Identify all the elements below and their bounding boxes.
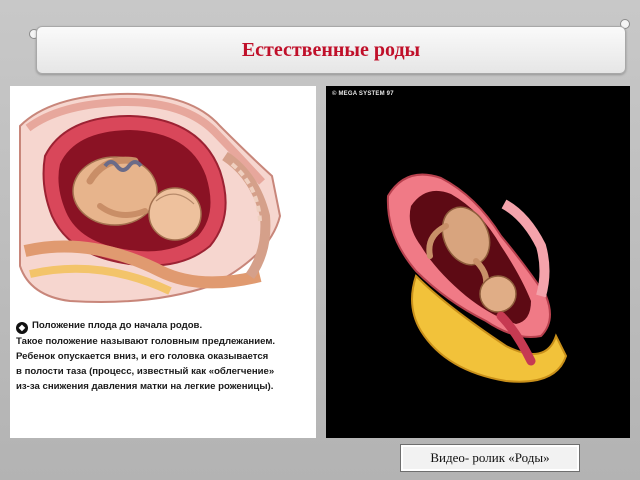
slide: Естественные роды ◆ Положение плода до н… <box>0 0 640 480</box>
video-button[interactable]: Видео- ролик «Роды» <box>400 444 580 472</box>
caption-line: Такое положение называют головным предле… <box>16 336 276 347</box>
left-illustration-panel: ◆ Положение плода до начала родов. Такое … <box>10 86 316 438</box>
caption-line: из-за снижения давления матки на легкие … <box>16 381 274 392</box>
caption-line: Ребенок опускается вниз, и его головка о… <box>16 351 269 362</box>
right-render-panel: © MEGA SYSTEM 97 <box>326 86 630 438</box>
pregnancy-cross-section-illustration <box>19 92 282 303</box>
copyright-label: © MEGA SYSTEM 97 <box>332 91 394 97</box>
caption-marker-icon: ◆ <box>16 322 28 334</box>
caption-line: Положение плода до начала родов. <box>32 320 203 331</box>
caption-line: в полости таза (процесс, известный как «… <box>16 366 275 377</box>
fetus-3d-render <box>386 173 568 383</box>
video-button-label: Видео- ролик «Роды» <box>430 450 550 465</box>
illustration-caption: ◆ Положение плода до начала родов. Такое … <box>16 318 316 394</box>
title-bar: Естественные роды <box>36 26 626 74</box>
slide-title: Естественные роды <box>241 38 421 61</box>
